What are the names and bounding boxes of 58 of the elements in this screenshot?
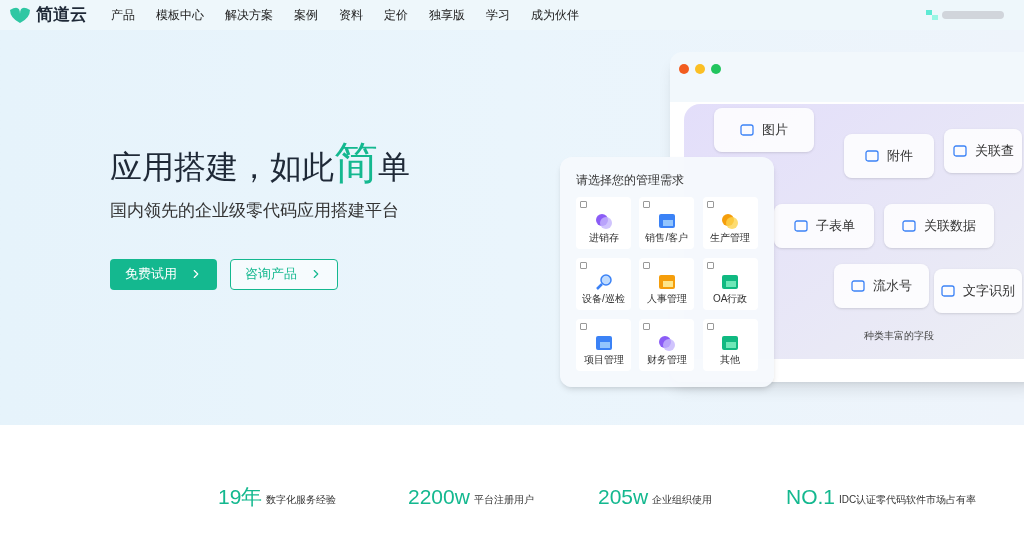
field-tile: 流水号	[834, 264, 929, 308]
field-tile: 子表单	[774, 204, 874, 248]
stat-value: NO.1	[786, 485, 835, 509]
option-card[interactable]: 生产管理	[702, 197, 758, 249]
nav-link[interactable]: 定价	[384, 6, 408, 24]
checkbox[interactable]	[706, 201, 714, 208]
field-icon	[952, 145, 967, 157]
stat-value: 205w	[598, 485, 649, 509]
nav-link[interactable]: 独享版	[429, 6, 465, 24]
option-card[interactable]: 设备/巡检	[576, 258, 631, 310]
checkbox[interactable]	[643, 201, 651, 208]
option-card[interactable]: 项目管理	[576, 319, 631, 371]
checkbox[interactable]	[580, 201, 587, 208]
option-card[interactable]: 其他	[702, 319, 758, 371]
nav-link[interactable]: 案例	[294, 6, 318, 24]
checkbox[interactable]	[643, 262, 651, 269]
field-icon	[793, 220, 808, 232]
option-card[interactable]: 进销存	[576, 197, 631, 249]
checkbox[interactable]	[643, 323, 651, 330]
stat-label: 数字化服务经验	[266, 493, 337, 507]
field-icon	[865, 150, 879, 162]
circles-icon	[720, 212, 741, 230]
field-tile: 附件	[844, 134, 934, 178]
canvas-caption: 种类丰富的字段	[864, 329, 934, 343]
hero-title: 应用搭建，如此简单	[110, 142, 410, 188]
stat-label: IDC认证零代码软件市场占有率	[839, 493, 977, 507]
field-tile: 图片	[714, 108, 814, 152]
stat-value: 19年	[218, 485, 263, 509]
field-icon	[851, 280, 865, 292]
nav-link[interactable]: 模板中心	[156, 6, 204, 24]
nav-link[interactable]: 成为伙伴	[531, 6, 579, 24]
option-card[interactable]: 人事管理	[639, 258, 695, 310]
brand-name: 简道云	[36, 4, 87, 27]
field-icon	[740, 124, 754, 136]
hero-subtitle: 国内领先的企业级零代码应用搭建平台	[110, 200, 400, 222]
pixel-icon	[926, 10, 938, 20]
checkbox[interactable]	[580, 323, 587, 330]
stat-label: 平台注册用户	[473, 493, 534, 507]
field-tile: 关联数据	[884, 204, 994, 248]
nav-link[interactable]: 产品	[111, 6, 135, 24]
checkbox[interactable]	[706, 323, 714, 330]
field-icon	[941, 285, 955, 297]
nav-link[interactable]: 学习	[486, 6, 510, 24]
checkbox[interactable]	[706, 262, 714, 269]
nav-link[interactable]: 资料	[339, 6, 363, 24]
logo-icon	[8, 6, 32, 24]
option-card[interactable]: 财务管理	[639, 319, 695, 371]
selector-title: 请选择您的管理需求	[576, 172, 685, 189]
nav-link[interactable]: 解决方案	[225, 6, 273, 24]
checkbox[interactable]	[580, 262, 587, 269]
stat-value: 2200w	[408, 485, 470, 509]
redacted-bar	[942, 11, 1004, 19]
field-icon	[902, 220, 916, 232]
option-card[interactable]: 销售/客户	[639, 197, 695, 249]
field-tile: 关联查	[944, 129, 1022, 173]
option-card[interactable]: OA行政	[702, 258, 758, 310]
field-tile: 文字识别	[934, 269, 1022, 313]
stat-label: 企业组织使用	[652, 493, 713, 507]
